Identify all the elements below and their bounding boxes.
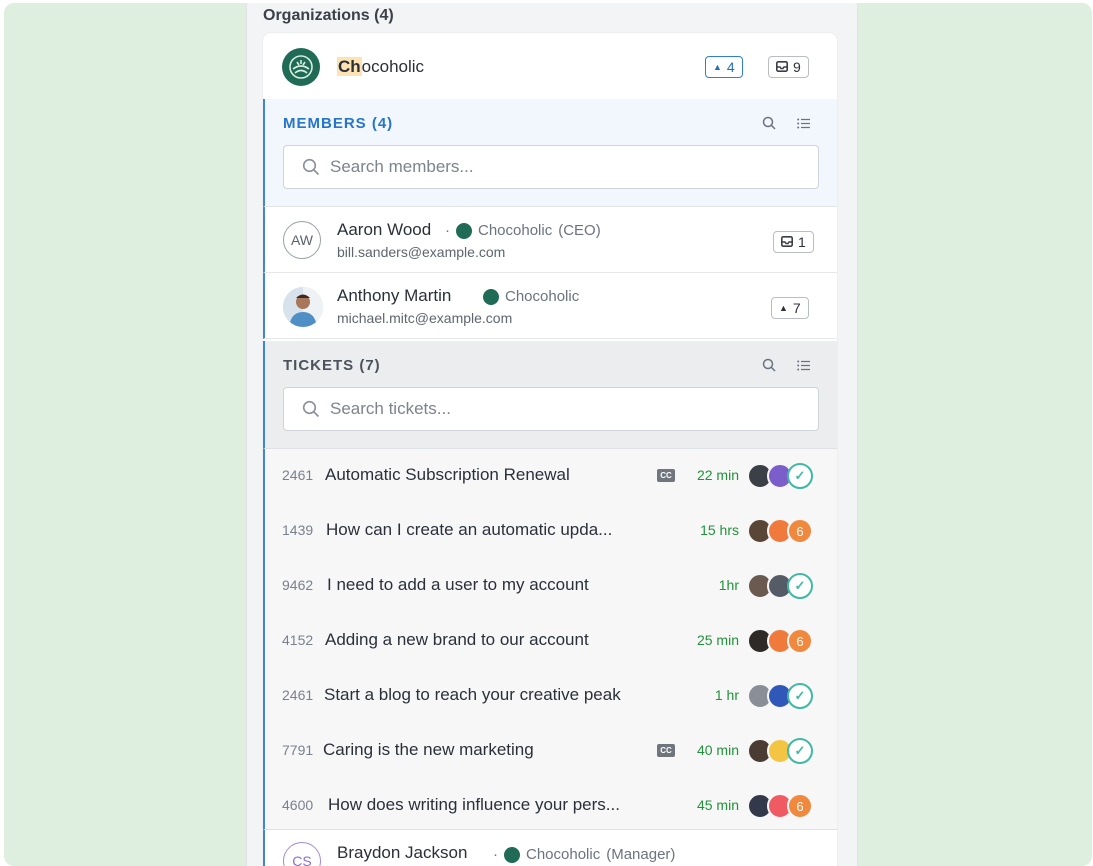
more-count-badge: 6 xyxy=(787,793,813,819)
member-row[interactable]: Anthony Martin Chocoholic michael.mitc@e… xyxy=(263,273,837,339)
member-tickets-chip[interactable]: ▲ 7 xyxy=(771,297,809,319)
ticket-title[interactable]: I need to add a user to my account xyxy=(327,575,589,595)
organization-row[interactable]: Chocoholic ▲ 4 9 xyxy=(263,33,837,100)
ticket-title[interactable]: Start a blog to reach your creative peak xyxy=(324,685,621,705)
ticket-row[interactable]: 1439 How can I create an automatic upda..… xyxy=(265,504,837,559)
organizations-panel: Organizations (4) Chocoholic ▲ 4 9 MEMBE… xyxy=(246,3,858,866)
chocoholic-logo-icon xyxy=(456,222,472,239)
ticket-row[interactable]: 2461 Automatic Subscription Renewal CC 22 m… xyxy=(265,449,837,504)
ticket-id: 9462 xyxy=(282,577,314,593)
assignee-stack[interactable]: 6 xyxy=(747,793,827,819)
check-icon: ✓ xyxy=(787,463,813,489)
ticket-time: 40 min xyxy=(696,742,739,758)
ticket-list: 2461 Automatic Subscription Renewal CC 22 m… xyxy=(263,449,837,829)
inbox-count-chip[interactable]: 9 xyxy=(768,56,809,78)
ticket-title[interactable]: Adding a new brand to our account xyxy=(325,630,589,650)
ticket-time: 1 hr xyxy=(714,687,739,703)
assignee-stack[interactable]: ✓ xyxy=(747,738,827,764)
ticket-title[interactable]: How does writing influence your pers... xyxy=(328,795,620,815)
ticket-row[interactable]: 7791 Caring is the new marketing CC 40 min ✓ xyxy=(265,724,837,779)
ticket-time: 22 min xyxy=(696,467,739,483)
organization-name[interactable]: Chocoholic xyxy=(337,57,424,77)
search-highlight: Ch xyxy=(337,57,362,76)
search-icon xyxy=(302,400,320,418)
ticket-id: 4152 xyxy=(282,632,314,648)
assignee-stack[interactable]: ✓ xyxy=(747,683,827,709)
inbox-icon xyxy=(781,234,793,250)
avatar: AW xyxy=(283,221,321,259)
member-email: bill.sanders@example.com xyxy=(337,244,506,260)
assignee-stack[interactable]: ✓ xyxy=(747,463,827,489)
ticket-id: 2461 xyxy=(282,687,314,703)
app-background: Organizations (4) Chocoholic ▲ 4 9 MEMBE… xyxy=(4,3,1092,866)
member-name[interactable]: Aaron Wood xyxy=(337,220,431,240)
members-section: MEMBERS (4) Search members... xyxy=(263,99,837,207)
caret-up-icon: ▲ xyxy=(779,303,788,313)
more-count-badge: 6 xyxy=(787,518,813,544)
organizations-heading: Organizations (4) xyxy=(263,7,394,24)
check-icon: ✓ xyxy=(787,573,813,599)
list-icon[interactable] xyxy=(794,356,812,374)
assignee-stack[interactable]: 6 xyxy=(747,518,827,544)
check-icon: ✓ xyxy=(787,738,813,764)
ticket-row[interactable]: 4152 Adding a new brand to our account 25 … xyxy=(265,614,837,669)
list-icon[interactable] xyxy=(794,114,812,132)
ticket-id: 2461 xyxy=(282,467,314,483)
ticket-id: 1439 xyxy=(282,522,314,538)
avatar: CS xyxy=(283,842,321,866)
search-tickets-input[interactable]: Search tickets... xyxy=(283,387,819,431)
member-organization: · Chocoholic (Manager) xyxy=(493,846,676,863)
search-icon xyxy=(302,158,320,176)
ticket-time: 45 min xyxy=(696,797,739,813)
avatar xyxy=(283,287,323,327)
chocoholic-logo-icon xyxy=(282,48,320,86)
tickets-section: TICKETS (7) Search tickets... xyxy=(263,341,837,449)
ticket-id: 7791 xyxy=(282,742,314,758)
chocoholic-logo-icon xyxy=(483,288,499,305)
ticket-title[interactable]: Automatic Subscription Renewal xyxy=(325,465,570,485)
member-name[interactable]: Anthony Martin xyxy=(337,286,451,306)
chocoholic-logo-icon xyxy=(504,846,520,863)
assignee-stack[interactable]: 6 xyxy=(747,628,827,654)
inbox-icon xyxy=(776,59,788,75)
tickets-title: TICKETS (7) xyxy=(283,357,381,374)
cc-icon: CC xyxy=(657,744,675,757)
ticket-time: 15 hrs xyxy=(700,522,739,538)
check-icon: ✓ xyxy=(787,683,813,709)
organization-card: Chocoholic ▲ 4 9 MEMBERS (4) Search memb… xyxy=(263,33,837,866)
caret-up-icon: ▲ xyxy=(713,62,722,72)
member-row[interactable]: CS Braydon Jackson · Chocoholic (Manager… xyxy=(263,829,837,866)
cc-icon: CC xyxy=(657,469,675,482)
more-count-badge: 6 xyxy=(787,628,813,654)
ticket-time: 25 min xyxy=(696,632,739,648)
member-name[interactable]: Braydon Jackson xyxy=(337,843,467,863)
assignee-stack[interactable]: ✓ xyxy=(747,573,827,599)
tickets-count-chip[interactable]: ▲ 4 xyxy=(705,56,743,78)
member-row[interactable]: AW Aaron Wood · Chocoholic (CEO) bill.sa… xyxy=(263,207,837,273)
members-title: MEMBERS (4) xyxy=(283,115,394,132)
search-icon[interactable] xyxy=(760,114,778,132)
member-inbox-chip[interactable]: 1 xyxy=(773,231,814,253)
ticket-time: 1hr xyxy=(718,577,739,593)
search-members-input[interactable]: Search members... xyxy=(283,145,819,189)
ticket-row[interactable]: 4600 How does writing influence your pers… xyxy=(265,779,837,834)
ticket-title[interactable]: How can I create an automatic upda... xyxy=(326,520,612,540)
ticket-row[interactable]: 2461 Start a blog to reach your creative … xyxy=(265,669,837,724)
member-organization: · Chocoholic (CEO) xyxy=(445,222,601,239)
ticket-row[interactable]: 9462 I need to add a user to my account 1h… xyxy=(265,559,837,614)
ticket-id: 4600 xyxy=(282,797,314,813)
search-icon[interactable] xyxy=(760,356,778,374)
member-email: michael.mitc@example.com xyxy=(337,310,513,326)
ticket-title[interactable]: Caring is the new marketing xyxy=(323,740,534,760)
member-organization: Chocoholic xyxy=(483,288,579,305)
